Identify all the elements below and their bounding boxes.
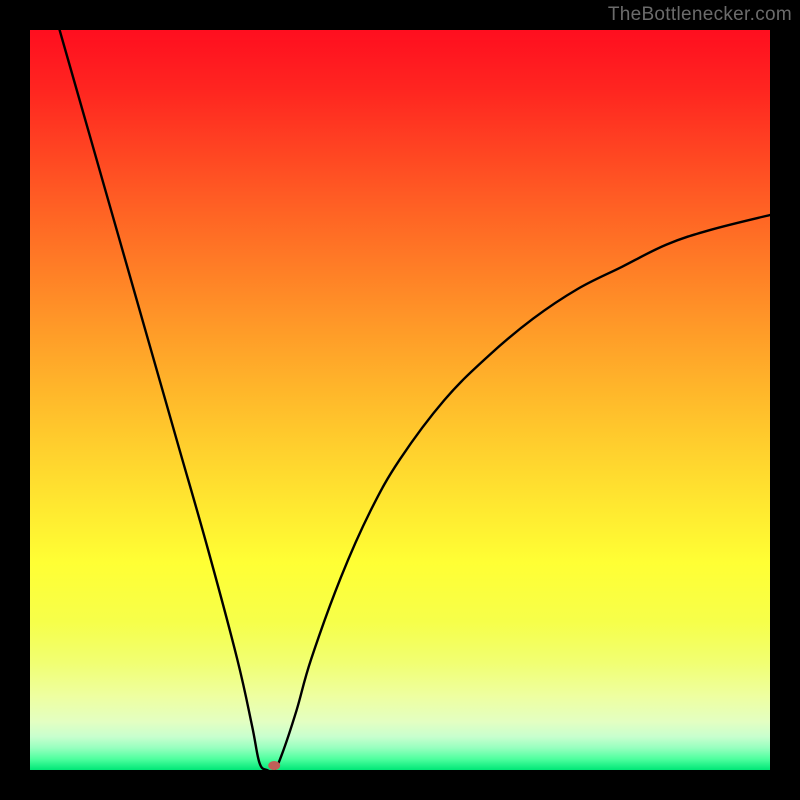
plot-area: [30, 30, 770, 770]
chart-svg: [30, 30, 770, 770]
watermark-text: TheBottlenecker.com: [608, 4, 792, 26]
gradient-rect: [30, 30, 770, 770]
chart-frame: TheBottlenecker.com: [0, 0, 800, 800]
optimum-marker: [268, 761, 280, 770]
